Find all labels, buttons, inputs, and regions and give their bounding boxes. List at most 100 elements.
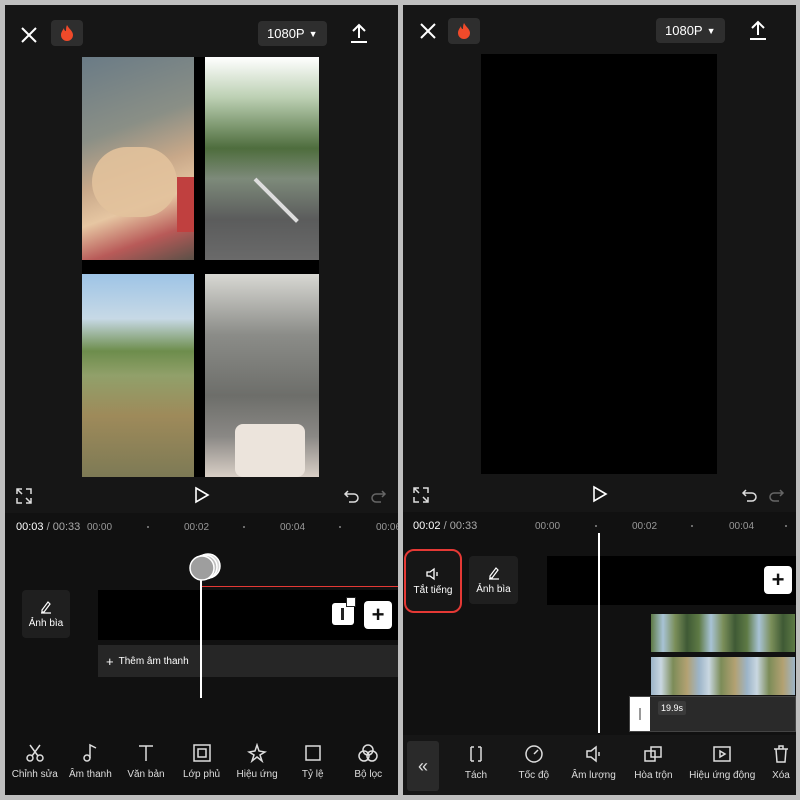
total-time: 00:33	[52, 521, 81, 533]
current-time: 00:03	[16, 521, 44, 533]
toolbar-volume[interactable]: Âm lượng	[567, 744, 621, 781]
undo-icon[interactable]	[343, 488, 359, 509]
add-clip-button[interactable]: +	[764, 566, 792, 594]
tick-label: 00:04	[729, 521, 755, 532]
blend-icon	[644, 746, 663, 762]
overlay-clip-coast[interactable]	[650, 656, 796, 696]
toolbar-speed[interactable]: Tốc độ	[509, 744, 559, 781]
transition-icon[interactable]	[332, 597, 356, 625]
toolbar-blend[interactable]: Hòa trộn	[628, 744, 678, 781]
resolution-label: 1080P	[267, 26, 305, 41]
play-icon[interactable]	[194, 486, 210, 509]
bottom-toolbar: Chỉnh sửa Âm thanh Văn bản Lớp phủ Hiệu …	[5, 743, 398, 795]
collapse-back-icon[interactable]: «	[407, 741, 439, 791]
upload-icon[interactable]	[748, 19, 768, 46]
cover-button[interactable]: Ảnh bìa	[469, 556, 518, 604]
close-icon[interactable]	[19, 23, 39, 49]
effects-star-icon	[247, 743, 268, 763]
play-icon[interactable]	[592, 485, 608, 508]
toolbar-animation[interactable]: Hiệu ứng động	[686, 744, 758, 781]
split-icon	[470, 746, 482, 762]
tick-label: 00:00	[87, 522, 113, 533]
toolbar-label: Tỷ lệ	[301, 769, 324, 780]
filter-icon	[358, 744, 378, 762]
toolbar-split[interactable]: Tách	[451, 744, 501, 781]
caret-down-icon: ▼	[308, 28, 318, 39]
toolbar-label: Hiệu ứng động	[689, 770, 756, 781]
animation-play-icon	[713, 746, 731, 762]
playhead[interactable]	[200, 580, 202, 698]
cover-label: Ảnh bìa	[28, 617, 64, 629]
redo-icon	[371, 488, 387, 509]
video-preview	[82, 57, 319, 477]
toolbar-overlay[interactable]: Lớp phủ	[174, 743, 230, 795]
toolbar-label: Âm thanh	[68, 769, 112, 780]
speed-gauge-icon	[525, 745, 543, 763]
add-audio-track[interactable]: + Thêm âm thanh	[98, 645, 398, 677]
clip-tools-row: Tách Tốc độ Âm lượng Hòa trộn Hiệu ứng đ…	[451, 744, 796, 781]
toolbar-audio[interactable]: Âm thanh	[63, 743, 119, 795]
playhead-thumb-icon[interactable]	[188, 550, 222, 584]
tick-label: 00:00	[535, 521, 561, 532]
text-icon	[138, 745, 153, 761]
toolbar-label: Âm lượng	[571, 770, 616, 781]
resolution-dropdown[interactable]: 1080P ▼	[656, 18, 725, 43]
pencil-icon	[41, 600, 51, 614]
toolbar-effects[interactable]: Hiệu ứng	[229, 743, 285, 795]
volume-icon	[585, 745, 600, 763]
toolbar-label: Xóa	[772, 770, 790, 781]
tick-dot	[785, 525, 787, 527]
trash-icon	[773, 745, 788, 763]
toolbar-label: Hiệu ứng	[236, 769, 278, 780]
fire-icon[interactable]	[448, 18, 480, 44]
add-audio-label: Thêm âm thanh	[118, 655, 189, 667]
toolbar-delete[interactable]: Xóa	[766, 744, 796, 781]
cover-label: Ảnh bìa	[476, 583, 511, 595]
overlay-icon	[192, 744, 211, 762]
mute-button[interactable]: Tắt tiếng	[404, 549, 462, 613]
redo-icon	[769, 487, 785, 508]
fire-icon[interactable]	[51, 20, 83, 46]
caret-down-icon: ▼	[706, 25, 716, 36]
preview-image-feet	[205, 274, 319, 477]
tick-dot	[147, 526, 149, 528]
tick-dot	[243, 526, 245, 528]
toolbar-label: Tách	[464, 770, 488, 781]
add-clip-button[interactable]: +	[364, 601, 392, 629]
toolbar-ratio[interactable]: Tỷ lệ	[285, 743, 341, 795]
scissors-icon	[26, 744, 44, 762]
speaker-icon	[426, 567, 438, 580]
time-readout: 00:03 / 00:33	[16, 521, 80, 533]
music-note-icon	[83, 743, 97, 762]
preview-image-cat	[82, 57, 194, 260]
upload-icon[interactable]	[349, 22, 369, 49]
overlay-clip-selected[interactable]: 19.9s	[629, 696, 796, 732]
resolution-label: 1080P	[665, 23, 703, 38]
time-separator: /	[46, 521, 50, 533]
current-time: 00:02	[413, 520, 441, 532]
tick-label: 00:02	[184, 522, 210, 533]
clip-trim-handle[interactable]	[630, 697, 650, 731]
toolbar-label: Hòa trộn	[634, 770, 673, 781]
preview-image-coast	[82, 274, 194, 477]
video-track[interactable]	[547, 556, 796, 605]
fullscreen-icon[interactable]	[413, 487, 429, 508]
undo-icon[interactable]	[741, 487, 757, 508]
tick-dot	[339, 526, 341, 528]
toolbar-edit[interactable]: Chỉnh sửa	[7, 743, 63, 795]
overlay-clip-street[interactable]	[650, 613, 796, 653]
pencil-icon	[488, 566, 499, 580]
playhead[interactable]	[598, 533, 600, 733]
time-separator: /	[443, 520, 447, 532]
resolution-dropdown[interactable]: 1080P ▼	[258, 21, 327, 46]
left-editor-panel: 1080P ▼ 00:03 / 00:33 00:00 00:02 00:04 …	[5, 5, 398, 795]
fullscreen-icon[interactable]	[16, 488, 32, 509]
close-icon[interactable]	[418, 21, 438, 46]
tick-label: 00:06	[376, 522, 398, 533]
ratio-icon	[304, 745, 321, 761]
cover-button[interactable]: Ảnh bìa	[22, 590, 70, 638]
toolbar-text[interactable]: Văn bản	[118, 743, 174, 795]
toolbar-filter[interactable]: Bộ lọc	[340, 743, 396, 795]
toolbar-label: Bộ lọc	[354, 769, 383, 780]
tick-label: 00:04	[280, 522, 306, 533]
